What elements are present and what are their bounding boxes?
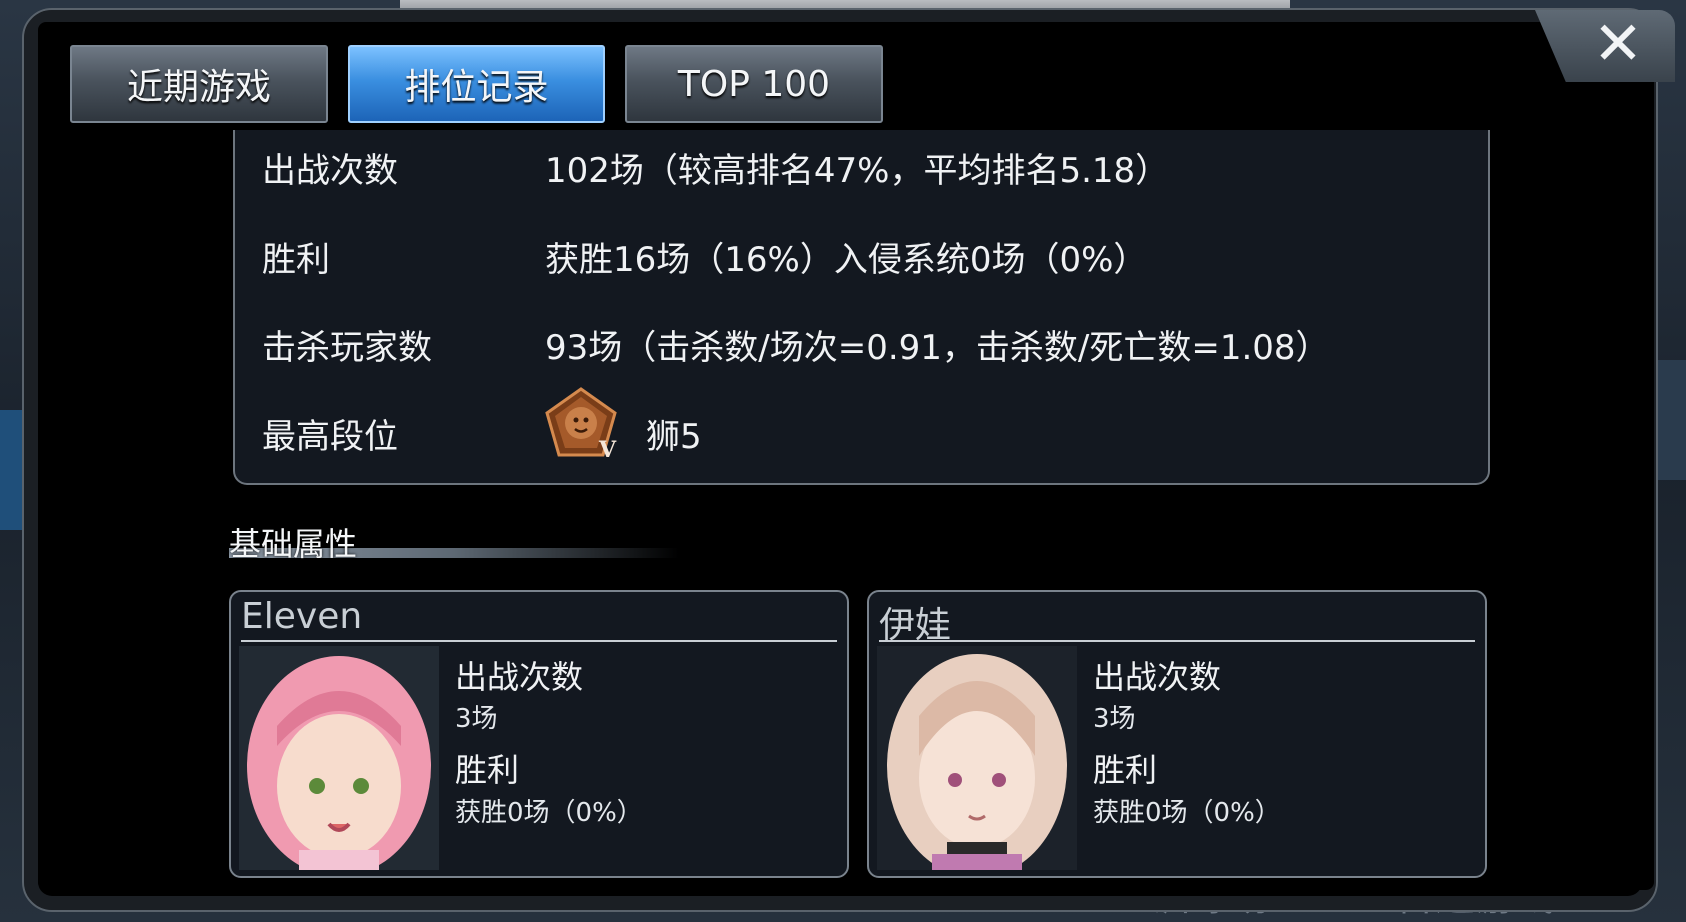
background-right-panel (1656, 360, 1686, 480)
stat-value-wins: 获胜16场（16%）入侵系统0场（0%） (545, 240, 1148, 280)
rank-badge-numeral: V (598, 437, 617, 461)
character-wins-value: 获胜0场（0%） (455, 798, 643, 828)
character-wins-label: 胜利 (455, 751, 520, 789)
close-icon[interactable]: ✕ (1590, 14, 1646, 74)
stat-label-battles: 出战次数 (262, 151, 398, 191)
lion-rank-badge-icon: V (545, 387, 617, 461)
character-battles-value: 3场 (455, 704, 498, 734)
tab-top-100[interactable]: TOP 100 (625, 45, 883, 123)
character-card-eleven[interactable]: Eleven 出战次数 3场 胜利 获胜0场（0%） (229, 590, 849, 878)
blonde-hair-girl-portrait-icon (877, 646, 1077, 870)
stat-value-highest-rank: 狮5 (646, 417, 702, 457)
stat-value-battles: 102场（较高排名47%，平均排名5.18） (545, 151, 1170, 191)
tab-recent-games[interactable]: 近期游戏 (70, 45, 328, 123)
character-name-divider (879, 640, 1475, 642)
character-battles-label: 出战次数 (455, 658, 584, 696)
character-battles-label: 出战次数 (1093, 658, 1222, 696)
character-wins-value: 获胜0场（0%） (1093, 798, 1281, 828)
stat-label-highest-rank: 最高段位 (262, 417, 398, 457)
stat-label-wins: 胜利 (262, 240, 330, 280)
section-title-basic-attributes: 基础属性 (229, 525, 358, 563)
character-battles-value: 3场 (1093, 704, 1136, 734)
character-name: Eleven (241, 596, 363, 637)
character-card-eva[interactable]: 伊娃 出战次数 3场 胜利 获胜0场（0%） (867, 590, 1487, 878)
character-wins-label: 胜利 (1093, 751, 1158, 789)
pink-hair-girl-portrait-icon (239, 646, 439, 870)
tab-ranked-record[interactable]: 排位记录 (348, 45, 605, 123)
stat-label-kills: 击杀玩家数 (262, 328, 432, 368)
stat-value-kills: 93场（击杀数/场次=0.91，击杀数/死亡数=1.08） (545, 328, 1330, 368)
character-name-divider (241, 640, 837, 642)
